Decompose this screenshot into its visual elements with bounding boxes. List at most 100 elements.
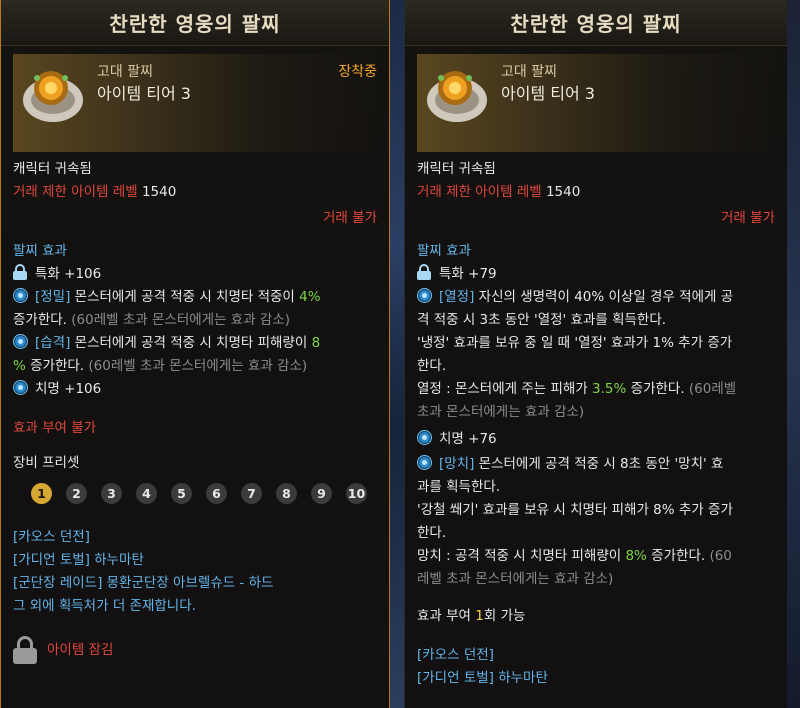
trade-level-value: 1540 — [545, 184, 581, 200]
effect-note: (60레벨 — [684, 381, 737, 397]
preset-7[interactable]: 7 — [241, 483, 262, 504]
effect-text: '냉정' 효과를 보유 중 일 때 '열정' 효과가 1% 추가 증가 — [417, 335, 733, 351]
item-locked: 아이템 잠김 — [13, 636, 377, 664]
item-tier: 아이템 티어 3 — [97, 84, 191, 103]
preset-1[interactable]: 1 — [31, 483, 52, 504]
preset-8[interactable]: 8 — [276, 483, 297, 504]
item-locked-label: 아이템 잠김 — [47, 642, 114, 658]
trade-level-label: 거래 제한 아이템 레벨 — [417, 184, 542, 200]
effect-text: 증가한다. — [626, 381, 685, 397]
stat-label: 치명 +76 — [439, 431, 497, 447]
grant-label: 회 가능 — [483, 608, 526, 624]
effect-value: 4% — [299, 289, 321, 305]
padlock-icon — [13, 636, 37, 664]
effect-icon — [417, 288, 432, 303]
source-list: [카오스 던전] [가디언 토벌] 하누마탄 [군단장 레이드] 몽환군단장 아… — [13, 526, 377, 618]
effect-note: 레벨 초과 몬스터에게는 효과 감소) — [417, 571, 614, 587]
effect-text: 증가한다. — [646, 548, 706, 564]
source-item[interactable]: [가디언 토벌] 하누마탄 — [13, 549, 377, 572]
stat-specialization: 특화 +106 — [13, 263, 377, 286]
source-item[interactable]: [카오스 던전] — [13, 526, 377, 549]
effect-assault: [습격] 몬스터에게 공격 적중 시 치명타 피해량이 8% 증가한다. (60… — [13, 332, 377, 378]
preset-3[interactable]: 3 — [101, 483, 122, 504]
grant-count-value: 1 — [475, 608, 484, 624]
effect-text: 격 적중 시 3초 동안 '열정' 효과를 획득한다. — [417, 312, 667, 328]
preset-4[interactable]: 4 — [136, 483, 157, 504]
grant-label: 효과 부여 — [417, 608, 476, 624]
stat-label: 특화 +79 — [439, 266, 497, 282]
lock-icon — [417, 264, 431, 280]
effect-tag: [망치] — [439, 456, 475, 472]
bracelet-icon — [427, 71, 487, 122]
effect-text: 열정 : 몬스터에게 주는 피해가 — [417, 381, 593, 397]
effect-note: 초과 몬스터에게는 효과 감소) — [417, 404, 585, 420]
preset-5[interactable]: 5 — [171, 483, 192, 504]
no-grant-label: 효과 부여 불가 — [13, 420, 97, 436]
effect-hammer: [망치] 몬스터에게 공격 적중 시 8초 동안 '망치' 효 과를 획득한다.… — [417, 453, 775, 591]
effect-value: % — [13, 358, 26, 374]
effect-text: 증가한다. — [13, 312, 67, 328]
item-title: 찬란한 영웅의 팔찌 — [1, 0, 389, 46]
trade-level: 거래 제한 아이템 레벨 1540 — [417, 181, 775, 204]
bound-status: 캐릭터 귀속됨 — [13, 161, 92, 177]
effect-precision: [정밀] 몬스터에게 공격 적중 시 치명타 적중이 4% 증가한다. (60레벨… — [13, 286, 377, 332]
effect-icon — [13, 334, 28, 349]
effect-text: 자신의 생명력이 40% 이상일 경우 적에게 공 — [474, 289, 734, 305]
stat-specialization: 특화 +79 — [417, 263, 775, 286]
stat-crit: 치명 +106 — [13, 378, 377, 401]
stat-label: 치명 +106 — [35, 381, 102, 397]
effect-icon — [417, 455, 432, 470]
stat-crit: 치명 +76 — [417, 428, 775, 451]
effect-text: 한다. — [417, 358, 447, 374]
trade-level: 거래 제한 아이템 레벨 1540 — [13, 181, 377, 204]
equipped-badge: 장착중 — [338, 64, 377, 80]
item-grade: 고대 팔찌 — [97, 64, 153, 80]
effect-value: 8 — [311, 335, 321, 351]
item-header: 고대 팔찌 아이템 티어 3 장착중 — [13, 54, 377, 152]
effect-note: (60 — [705, 548, 732, 564]
preset-label: 장비 프리셋 — [13, 455, 80, 471]
effect-value: 8% — [625, 548, 647, 564]
item-tooltip-equipped: 찬란한 영웅의 팔찌 고대 팔찌 아이템 티어 3 장착중 캐릭터 귀속됨 거래… — [0, 0, 390, 708]
source-item[interactable]: [군단장 레이드] 몽환군단장 아브렐슈드 - 하드 — [13, 572, 377, 595]
stat-label: 특화 +106 — [35, 266, 102, 282]
trade-level-value: 1540 — [141, 184, 177, 200]
effect-tag: [습격] — [35, 335, 71, 351]
effect-header: 팔찌 효과 — [13, 243, 67, 259]
preset-9[interactable]: 9 — [311, 483, 332, 504]
source-list: [카오스 던전] [가디언 토벌] 하누마탄 — [417, 644, 775, 690]
effect-note: (60레벨 초과 몬스터에게는 효과 감소) — [84, 358, 308, 374]
trade-level-label: 거래 제한 아이템 레벨 — [13, 184, 138, 200]
item-tier: 아이템 티어 3 — [501, 84, 595, 103]
effect-icon — [13, 288, 28, 303]
lock-icon — [13, 264, 27, 280]
effect-text: 몬스터에게 공격 적중 시 8초 동안 '망치' 효 — [474, 456, 724, 472]
background-edge — [785, 0, 800, 708]
effect-text: 증가한다. — [25, 358, 85, 374]
stat-icon — [13, 380, 28, 395]
no-trade-label: 거래 불가 — [721, 210, 775, 226]
effect-value: 3.5% — [592, 381, 627, 397]
effect-text: 몬스터에게 공격 적중 시 치명타 피해량이 — [70, 335, 312, 351]
source-item[interactable]: [가디언 토벌] 하누마탄 — [417, 667, 775, 690]
effect-text: 몬스터에게 공격 적중 시 치명타 적중이 — [70, 289, 300, 305]
preset-6[interactable]: 6 — [206, 483, 227, 504]
effect-text: 과를 획득한다. — [417, 479, 501, 495]
effect-text: 한다. — [417, 525, 447, 541]
item-grade: 고대 팔찌 — [501, 64, 557, 80]
source-item[interactable]: [카오스 던전] — [417, 644, 775, 667]
preset-list: 1 2 3 4 5 6 7 8 9 10 — [31, 483, 377, 504]
item-tooltip-compare: 찬란한 영웅의 팔찌 고대 팔찌 아이템 티어 3 캐릭터 귀속됨 거래 제한 … — [404, 0, 787, 708]
stat-icon — [417, 430, 432, 445]
item-title: 찬란한 영웅의 팔찌 — [405, 0, 787, 46]
effect-text: 망치 : 공격 적중 시 치명타 피해량이 — [417, 548, 626, 564]
effect-tag: [정밀] — [35, 289, 71, 305]
item-header: 고대 팔찌 아이템 티어 3 — [417, 54, 775, 152]
effect-tag: [열정] — [439, 289, 475, 305]
preset-10[interactable]: 10 — [346, 483, 367, 504]
bound-status: 캐릭터 귀속됨 — [417, 161, 496, 177]
effect-note: (60레벨 초과 몬스터에게는 효과 감소) — [66, 312, 291, 328]
preset-2[interactable]: 2 — [66, 483, 87, 504]
bracelet-icon — [23, 71, 83, 122]
effect-text: '강철 쐐기' 효과를 보유 시 치명타 피해가 8% 추가 증가 — [417, 502, 733, 518]
